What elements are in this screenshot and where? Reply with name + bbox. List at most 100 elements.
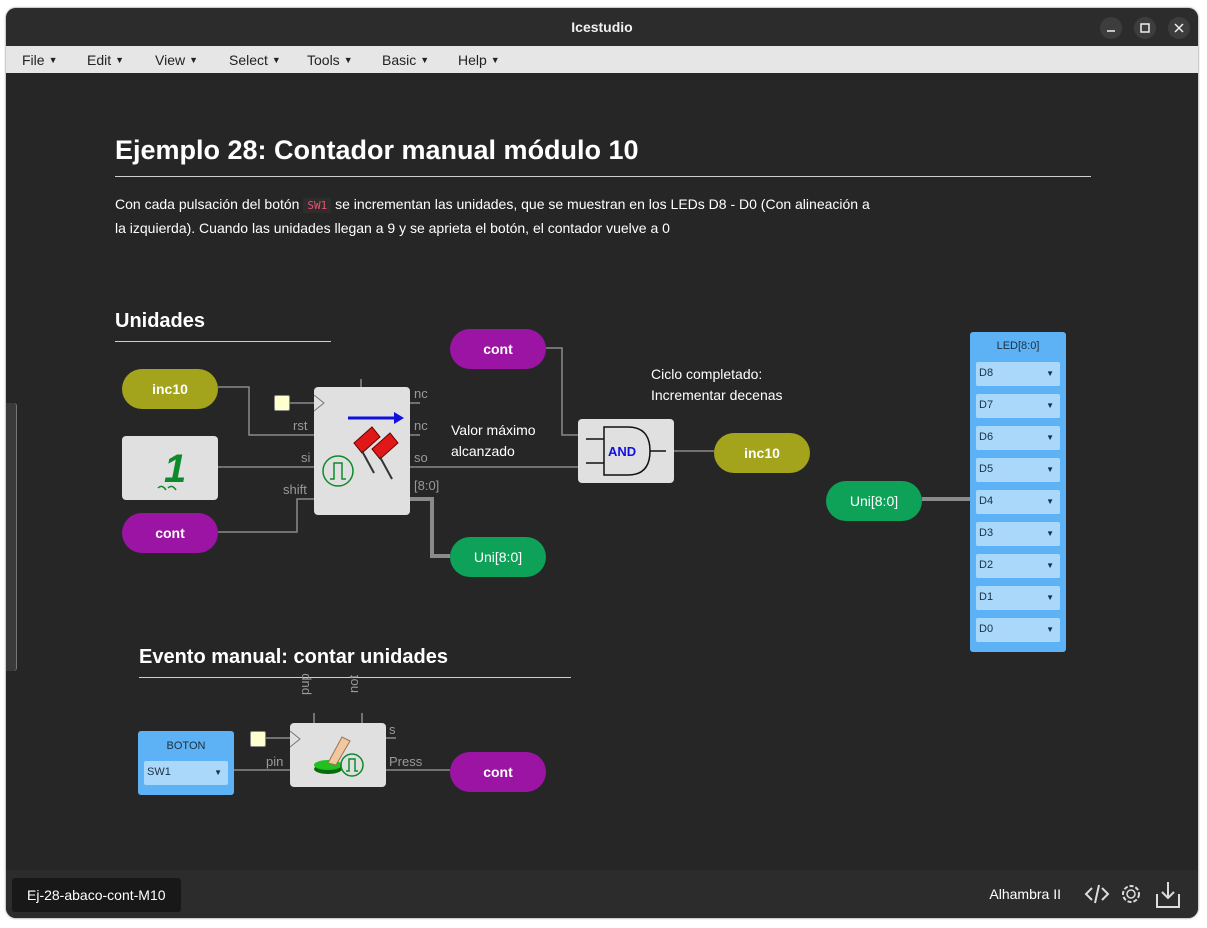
boton-pin-label: SW1 [147,766,171,778]
output-label-cont[interactable]: cont [450,752,546,792]
port-s: s [389,722,396,737]
port-press: Press [389,754,423,769]
led-select-label: D6 [979,431,994,443]
led-select-label: D3 [979,527,994,539]
dropdown-arrow-icon: ▼ [1046,465,1054,474]
menu-select-label: Select [229,52,268,68]
board-name[interactable]: Alhambra II [989,886,1061,902]
led-select-d8[interactable]: D8 ▼ [976,362,1060,386]
menu-edit[interactable]: Edit ▼ [87,52,124,68]
boton-input-panel[interactable]: BOTON SW1 ▼ [138,731,234,795]
menu-tools-label: Tools [307,52,340,68]
menu-view[interactable]: View ▼ [155,52,198,68]
input-label-cont-top[interactable]: cont [450,329,546,369]
and-gate-icon: AND [586,426,666,476]
led-select-d0[interactable]: D0 ▼ [976,618,1060,642]
button-clock-square[interactable] [250,731,266,747]
menu-select[interactable]: Select ▼ [229,52,281,68]
design-canvas[interactable]: Ejemplo 28: Contador manual módulo 10 Co… [6,73,1198,878]
led-panel-title: LED[8:0] [996,340,1040,352]
menu-basic-label: Basic [382,52,417,68]
caret-down-icon: ▼ [189,55,199,65]
led-select-label: D8 [979,367,994,379]
code-icon[interactable] [1083,880,1111,908]
note-valor-line-1: Valor máximo [451,422,536,438]
led-select-d2[interactable]: D2 ▼ [976,554,1060,578]
note-ciclo-completado: Ciclo completado: Incrementar decenas [651,364,783,406]
wire-cont-and [546,347,578,436]
close-button[interactable] [1168,17,1190,39]
dropdown-arrow-icon: ▼ [1046,593,1054,602]
gear-icon[interactable] [1117,880,1145,908]
port-nc-2: nc [414,418,428,433]
port-not: not [346,674,361,693]
counter-block[interactable] [313,387,410,515]
led-output-panel[interactable]: LED[8:0] D8 ▼ D7 ▼ D6 ▼ D5 ▼ D4 ▼ D3 ▼ D2 ▼ D1 ▼… [970,332,1066,652]
and-gate-block[interactable]: AND [578,419,674,483]
port-bus: [8:0] [414,478,440,493]
menu-basic[interactable]: Basic ▼ [382,52,429,68]
boton-panel-title: BOTON [166,740,206,752]
close-icon [1174,23,1184,33]
input-label-inc10[interactable]: inc10 [122,369,218,409]
minimize-button[interactable] [1100,17,1122,39]
bus-uni-out [410,497,450,558]
constant-one-block[interactable]: 1 [122,436,218,500]
port-pup: pup [297,673,312,695]
caret-down-icon: ▼ [420,55,430,65]
caret-down-icon: ▼ [343,55,353,65]
menu-view-label: View [155,52,186,68]
led-select-d5[interactable]: D5 ▼ [976,458,1060,482]
led-select-label: D4 [979,495,994,507]
and-gate-label: AND [608,444,636,459]
caret-down-icon: ▼ [271,55,281,65]
note-ciclo-line-2: Incrementar decenas [651,387,783,403]
constant-one-glyph: 1 [164,447,186,491]
led-select-d1[interactable]: D1 ▼ [976,586,1060,610]
input-label-uni[interactable]: Uni[8:0] [826,481,922,521]
port-nc-1: nc [414,386,428,401]
port-pin: pin [266,754,284,769]
menu-tools[interactable]: Tools ▼ [307,52,353,68]
led-select-d3[interactable]: D3 ▼ [976,522,1060,546]
maximize-button[interactable] [1134,17,1156,39]
menu-edit-label: Edit [87,52,112,68]
caret-down-icon: ▼ [115,55,125,65]
dropdown-arrow-icon: ▼ [1046,625,1054,634]
port-rst: rst [293,418,308,433]
port-so: so [414,450,428,465]
led-select-label: D0 [979,623,994,635]
led-select-d4[interactable]: D4 ▼ [976,490,1060,514]
output-label-inc10[interactable]: inc10 [714,433,810,473]
file-tab[interactable]: Ej-28-abaco-cont-M10 [12,878,181,912]
note-ciclo-line-1: Ciclo completado: [651,366,763,382]
window-title: Icestudio [571,19,633,35]
maximize-icon [1140,23,1150,33]
dropdown-arrow-icon: ▼ [1046,529,1054,538]
led-select-d6[interactable]: D6 ▼ [976,426,1060,450]
note-valor-maximo: Valor máximo alcanzado [451,420,536,462]
led-select-label: D1 [979,591,994,603]
dropdown-arrow-icon: ▼ [1046,497,1054,506]
push-button-icon [289,730,364,777]
menu-file-label: File [22,52,45,68]
clock-input-square[interactable] [274,395,290,411]
button-block[interactable] [289,723,386,787]
note-valor-line-2: alcanzado [451,443,515,459]
app-window: Icestudio File ▼ Edit ▼ View ▼ Select ▼ Tool… [6,8,1198,918]
title-bar: Icestudio [6,8,1198,46]
led-select-label: D2 [979,559,994,571]
menu-help[interactable]: Help ▼ [458,52,500,68]
download-icon[interactable] [1154,880,1182,910]
status-bar: Ej-28-abaco-cont-M10 Alhambra II [6,870,1198,918]
menu-file[interactable]: File ▼ [22,52,57,68]
led-select-d7[interactable]: D7 ▼ [976,394,1060,418]
caret-down-icon: ▼ [48,55,58,65]
input-label-cont[interactable]: cont [122,513,218,553]
boton-pin-select[interactable]: SW1 ▼ [144,761,228,785]
caret-down-icon: ▼ [490,55,500,65]
dropdown-arrow-icon: ▼ [1046,433,1054,442]
wire-cont-shift [218,498,314,533]
output-label-uni[interactable]: Uni[8:0] [450,537,546,577]
dropdown-arrow-icon: ▼ [1046,369,1054,378]
